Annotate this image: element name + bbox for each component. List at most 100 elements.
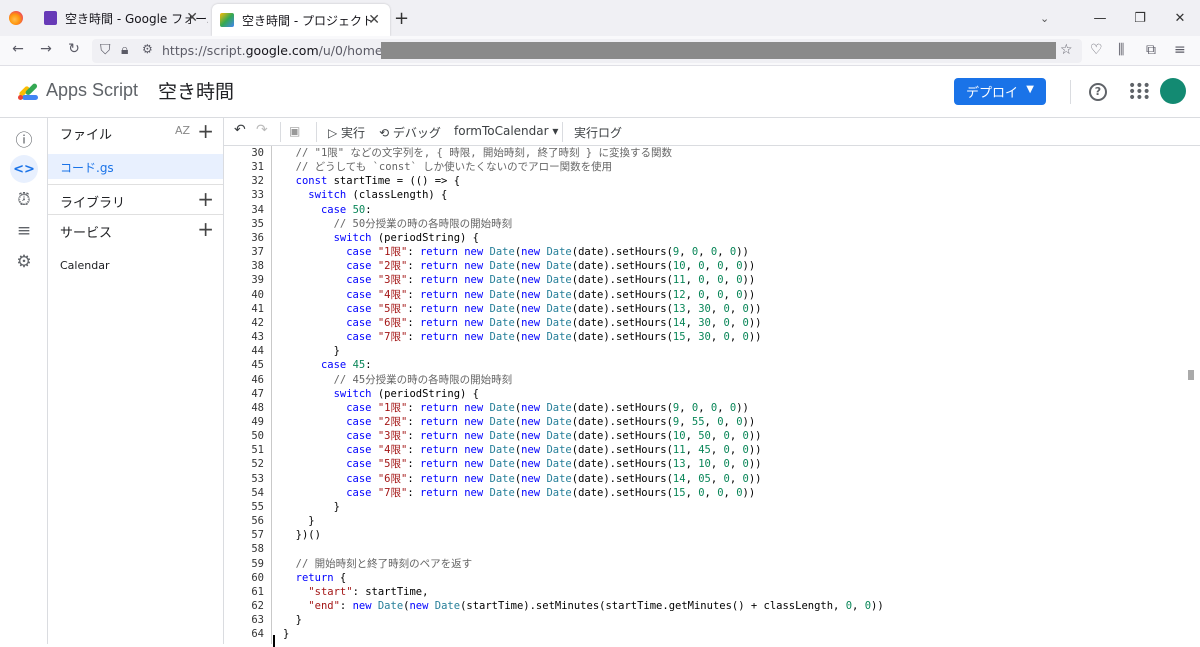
project-title[interactable]: 空き時間 <box>158 77 234 104</box>
code-line: case "2限": return new Date(new Date(date… <box>346 260 756 273</box>
permissions-icon[interactable]: ⚙ <box>142 42 153 56</box>
save-icon[interactable]: ▣ <box>289 124 300 138</box>
sort-az-icon[interactable]: AZ <box>175 124 190 137</box>
line-number: 48 <box>251 401 264 414</box>
firefox-icon[interactable] <box>9 11 23 25</box>
scrollbar-thumb[interactable] <box>1188 370 1194 380</box>
lock-icon[interactable]: 🔒︎ <box>121 42 128 58</box>
overview-info-icon[interactable]: ⓘ <box>10 124 38 152</box>
close-tab-icon[interactable]: ✕ <box>368 12 380 28</box>
close-window-icon[interactable]: ✕ <box>1160 0 1200 36</box>
line-number: 32 <box>251 175 264 188</box>
avatar[interactable] <box>1160 78 1186 104</box>
editor-code-icon[interactable]: <> <box>10 155 38 183</box>
header-divider <box>1070 80 1071 104</box>
bookmark-star-icon[interactable]: ☆ <box>1060 42 1073 58</box>
extensions-icon[interactable]: ⧉ <box>1146 42 1156 58</box>
file-item-code-gs[interactable]: コード.gs <box>48 154 223 179</box>
files-heading: ファイル <box>60 128 113 143</box>
line-number: 54 <box>251 486 264 499</box>
app-header: Apps Script 空き時間 デプロイ ▼ ? ••• ••• ••• <box>0 66 1200 118</box>
settings-gear-icon[interactable]: ⚙ <box>10 248 38 276</box>
apps-grid-icon[interactable]: ••• ••• ••• <box>1128 79 1151 105</box>
deploy-label: デプロイ <box>966 86 1019 101</box>
code-line: switch (periodString) { <box>333 387 479 400</box>
close-tab-icon[interactable]: ✕ <box>186 10 198 26</box>
code-content[interactable]: // "1限" などの文字列を, { 時限, 開始時刻, 終了時刻 } に変換す… <box>283 146 884 641</box>
new-tab-button[interactable]: + <box>394 0 414 36</box>
code-line: } <box>283 345 340 358</box>
minimize-icon[interactable]: — <box>1080 0 1120 36</box>
code-line: const startTime = (() => { <box>295 175 461 188</box>
list-tabs-icon[interactable]: ⌄ <box>1040 0 1049 36</box>
library-icon[interactable]: ⫼ <box>1118 42 1124 58</box>
url-prefix: https://script. <box>162 43 246 58</box>
line-number: 52 <box>251 458 264 471</box>
code-line: // 45分授業の時の各時限の開始時刻 <box>333 373 513 386</box>
deploy-button[interactable]: デプロイ ▼ <box>954 78 1046 105</box>
line-number: 30 <box>251 147 264 159</box>
reload-icon[interactable]: ↻ <box>64 41 84 57</box>
browser-tab-apps-script[interactable]: 空き時間 - プロジェクト編集者 - Ap ✕ <box>212 4 390 36</box>
code-line: case "6限": return new Date(new Date(date… <box>346 472 762 485</box>
line-number: 40 <box>251 288 264 301</box>
line-number: 62 <box>251 600 264 612</box>
line-number: 33 <box>251 189 264 202</box>
toolbar-divider <box>280 122 281 142</box>
triggers-alarm-icon[interactable]: ⏰︎ <box>10 186 38 214</box>
redo-icon[interactable]: ↷ <box>256 122 268 138</box>
run-label: 実行 <box>341 126 366 140</box>
debug-icon: ⟲ <box>379 126 393 140</box>
code-line: } <box>283 500 340 513</box>
code-line: case "5限": return new Date(new Date(date… <box>346 302 762 315</box>
code-line: return { <box>295 571 347 584</box>
browser-tab-forms[interactable]: 空き時間 - Google フォーム ✕ <box>34 0 208 36</box>
line-number: 39 <box>251 274 264 287</box>
line-number: 47 <box>251 387 264 400</box>
shield-icon[interactable]: ⛉ <box>100 42 111 58</box>
restore-icon[interactable]: ❐ <box>1120 0 1160 36</box>
redacted-url-block <box>381 42 1056 59</box>
code-line: } <box>283 515 315 528</box>
line-number: 63 <box>251 614 264 627</box>
run-button[interactable]: ▷ 実行 <box>328 124 365 141</box>
code-line: // 50分授業の時の各時限の開始時刻 <box>333 217 513 230</box>
execution-log-button[interactable]: 実行ログ <box>574 124 622 141</box>
debug-button[interactable]: ⟲ デバッグ <box>379 124 441 141</box>
help-icon[interactable]: ? <box>1089 83 1107 101</box>
file-name: コード.gs <box>60 161 114 175</box>
code-line: case "5限": return new Date(new Date(date… <box>346 458 762 471</box>
add-file-icon[interactable]: + <box>197 121 214 141</box>
add-library-icon[interactable]: + <box>197 189 214 209</box>
function-select[interactable]: formToCalendar ▾ <box>454 124 558 138</box>
code-line: "start": startTime, <box>308 585 429 598</box>
forward-icon[interactable]: → <box>36 41 56 57</box>
back-icon[interactable]: ← <box>8 41 28 57</box>
code-line: case "3限": return new Date(new Date(date… <box>346 274 756 287</box>
code-line: case "1限": return new Date(new Date(date… <box>346 246 749 259</box>
code-line: "end": new Date(new Date(startTime).setM… <box>308 600 884 612</box>
toolbar-divider <box>316 122 317 142</box>
text-cursor <box>273 635 275 647</box>
line-number: 36 <box>251 231 264 244</box>
line-number: 45 <box>251 359 264 372</box>
line-number: 55 <box>251 500 264 513</box>
tab-title: 空き時間 - プロジェクト編集者 - Ap <box>242 13 374 28</box>
line-number: 58 <box>251 543 264 556</box>
service-item-calendar[interactable]: Calendar <box>60 259 109 272</box>
toolbar-divider <box>562 122 563 142</box>
apps-script-logo <box>18 83 38 100</box>
divider <box>48 214 223 215</box>
undo-icon[interactable]: ↶ <box>234 122 246 138</box>
line-number: 56 <box>251 515 264 528</box>
menu-icon[interactable]: ≡ <box>1174 42 1186 58</box>
line-number: 34 <box>251 203 264 216</box>
line-number: 57 <box>251 529 264 542</box>
executions-list-icon[interactable]: ≡ <box>10 217 38 245</box>
line-number: 53 <box>251 472 264 485</box>
code-editor[interactable]: 30 31 32 33 34 35 36 37 38 39 40 41 42 43 44 45 46 47 48 49… <box>224 146 1200 647</box>
pocket-icon[interactable]: ♡ <box>1090 42 1103 58</box>
services-heading: サービス <box>60 226 113 241</box>
add-service-icon[interactable]: + <box>197 219 214 239</box>
code-line: // "1限" などの文字列を, { 時限, 開始時刻, 終了時刻 } に変換す… <box>295 147 672 159</box>
